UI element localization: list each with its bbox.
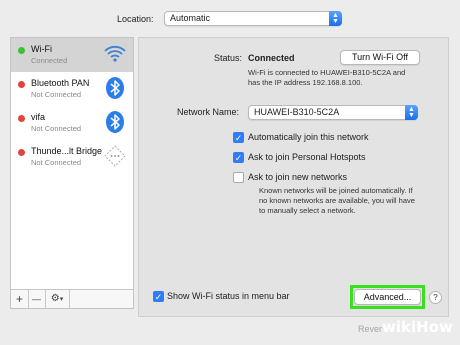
status-dot-red	[18, 81, 25, 88]
status-label: Status:	[214, 53, 243, 63]
add-service-button[interactable]: +	[11, 290, 29, 308]
watermark-wiki: wiki	[382, 318, 417, 336]
service-status: Not Connected	[31, 158, 82, 167]
wifi-icon	[104, 45, 126, 62]
watermark-how: How	[416, 318, 453, 336]
location-value: Automatic	[170, 13, 211, 23]
status-dot-red	[18, 115, 25, 122]
remove-service-button[interactable]: —	[28, 290, 46, 308]
help-button[interactable]: ?	[429, 291, 442, 304]
auto-join-label: Automatically join this network	[248, 132, 369, 142]
network-name-value: HUAWEI-B310-5C2A	[254, 107, 340, 117]
service-item-thunderbolt-bridge[interactable]: Thunde...lt Bridge Not Connected	[11, 140, 133, 174]
service-name: Wi-Fi	[31, 44, 52, 54]
show-menu-bar-checkbox[interactable]: ✓	[153, 291, 164, 302]
network-select-stepper-icon: ▲ ▼	[405, 105, 418, 120]
service-name: Bluetooth PAN	[31, 78, 90, 88]
service-status: Not Connected	[31, 90, 82, 99]
service-item-wifi[interactable]: Wi-Fi Connected	[11, 38, 133, 72]
network-name-select[interactable]: HUAWEI-B310-5C2A ▲ ▼	[248, 105, 418, 120]
thunderbolt-bridge-icon	[104, 145, 126, 167]
location-select-stepper-icon: ▲ ▼	[329, 11, 342, 26]
status-description: Wi-Fi is connected to HUAWEI-B310-5C2A a…	[248, 68, 406, 87]
new-networks-checkbox[interactable]	[233, 172, 244, 183]
personal-hotspots-checkbox[interactable]: ✓	[233, 152, 244, 163]
revert-button[interactable]: Rever	[358, 324, 382, 334]
service-list: Wi-Fi Connected Bluetooth PAN Not Connec…	[10, 37, 134, 290]
location-bar: Location: Automatic ▲ ▼	[0, 0, 460, 36]
service-status: Not Connected	[31, 124, 82, 133]
gear-icon: ⚙	[50, 293, 60, 304]
status-dot-red	[18, 149, 25, 156]
service-name: Thunde...lt Bridge	[31, 146, 103, 156]
service-name: vifa	[31, 112, 46, 122]
service-item-bluetooth-pan[interactable]: Bluetooth PAN Not Connected	[11, 72, 133, 106]
turn-wifi-off-button[interactable]: Turn Wi-Fi Off	[340, 50, 420, 65]
new-networks-description: Known networks will be joined automatica…	[259, 186, 415, 215]
show-menu-bar-label: Show Wi-Fi status in menu bar	[167, 291, 290, 301]
advanced-button-highlight	[350, 285, 425, 309]
service-item-vifa[interactable]: vifa Not Connected	[11, 106, 133, 140]
location-label: Location:	[117, 14, 154, 24]
status-value: Connected	[248, 53, 295, 63]
wikihow-watermark: wikiHow	[382, 318, 456, 342]
chevron-down-icon: ▾	[59, 296, 64, 303]
auto-join-checkbox[interactable]: ✓	[233, 132, 244, 143]
action-menu-button[interactable]: ⚙▾	[45, 290, 70, 308]
network-name-label: Network Name:	[177, 107, 240, 117]
personal-hotspots-label: Ask to join Personal Hotspots	[248, 152, 366, 162]
location-select[interactable]: Automatic ▲ ▼	[164, 11, 342, 26]
service-list-toolbar: + — ⚙▾	[10, 290, 134, 309]
bluetooth-icon	[106, 111, 124, 133]
bluetooth-icon	[106, 77, 124, 99]
new-networks-label: Ask to join new networks	[248, 172, 348, 182]
service-status: Connected	[31, 56, 68, 65]
status-dot-green	[18, 47, 25, 54]
